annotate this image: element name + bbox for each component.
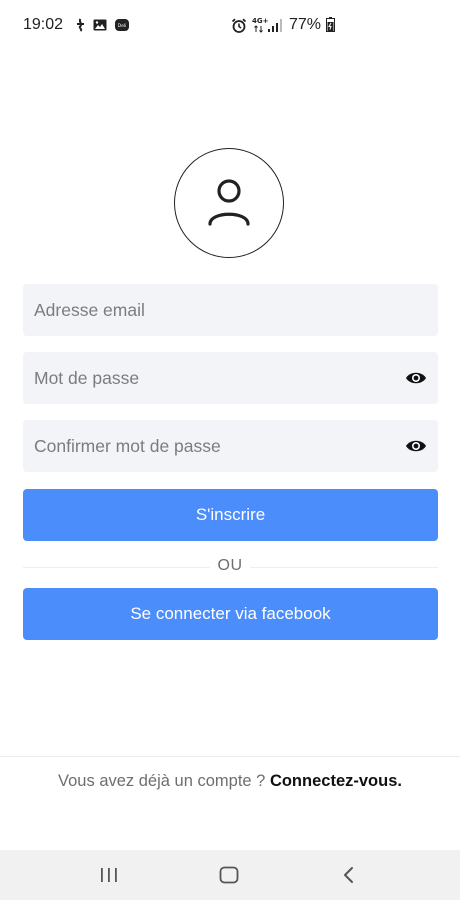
user-icon bbox=[208, 179, 250, 226]
confirm-password-field[interactable] bbox=[23, 420, 438, 472]
battery-percentage: 77% bbox=[289, 16, 322, 33]
status-time: 19:02 bbox=[23, 16, 64, 33]
avatar[interactable] bbox=[174, 148, 284, 258]
battery-icon bbox=[326, 17, 335, 32]
gallery-icon bbox=[93, 18, 107, 32]
svg-text:4G+: 4G+ bbox=[252, 17, 268, 25]
signup-button[interactable]: S'inscrire bbox=[23, 489, 438, 541]
or-label: OU bbox=[210, 557, 250, 575]
facebook-login-button[interactable]: Se connecter via facebook bbox=[23, 588, 438, 640]
footer-divider bbox=[0, 756, 460, 757]
login-prompt-text: Vous avez déjà un compte ? bbox=[58, 772, 266, 790]
svg-text:Deli: Deli bbox=[118, 23, 127, 29]
password-input[interactable] bbox=[23, 352, 438, 404]
recent-apps-icon[interactable] bbox=[96, 863, 122, 887]
signup-screen: 19:02 Deli 4G+ 77% Adresse email S'inscr… bbox=[0, 0, 460, 900]
email-field[interactable] bbox=[23, 284, 438, 336]
email-input[interactable] bbox=[23, 284, 438, 336]
signal-icon bbox=[268, 18, 283, 32]
navigation-bar bbox=[0, 850, 460, 900]
eye-icon[interactable] bbox=[405, 436, 427, 456]
alarm-icon bbox=[231, 18, 247, 33]
network-type-icon: 4G+ bbox=[252, 16, 268, 34]
password-field[interactable] bbox=[23, 352, 438, 404]
home-icon[interactable] bbox=[216, 863, 242, 887]
eye-icon[interactable] bbox=[405, 368, 427, 388]
status-bar: 19:02 Deli 4G+ 77% bbox=[0, 0, 460, 52]
login-link[interactable]: Connectez-vous. bbox=[270, 772, 402, 790]
app-notification-icon: Deli bbox=[115, 18, 129, 32]
back-icon[interactable] bbox=[336, 863, 362, 887]
login-prompt: Vous avez déjà un compte ? Connectez-vou… bbox=[0, 772, 460, 791]
notification-icon bbox=[73, 18, 87, 32]
confirm-password-input[interactable] bbox=[23, 420, 438, 472]
